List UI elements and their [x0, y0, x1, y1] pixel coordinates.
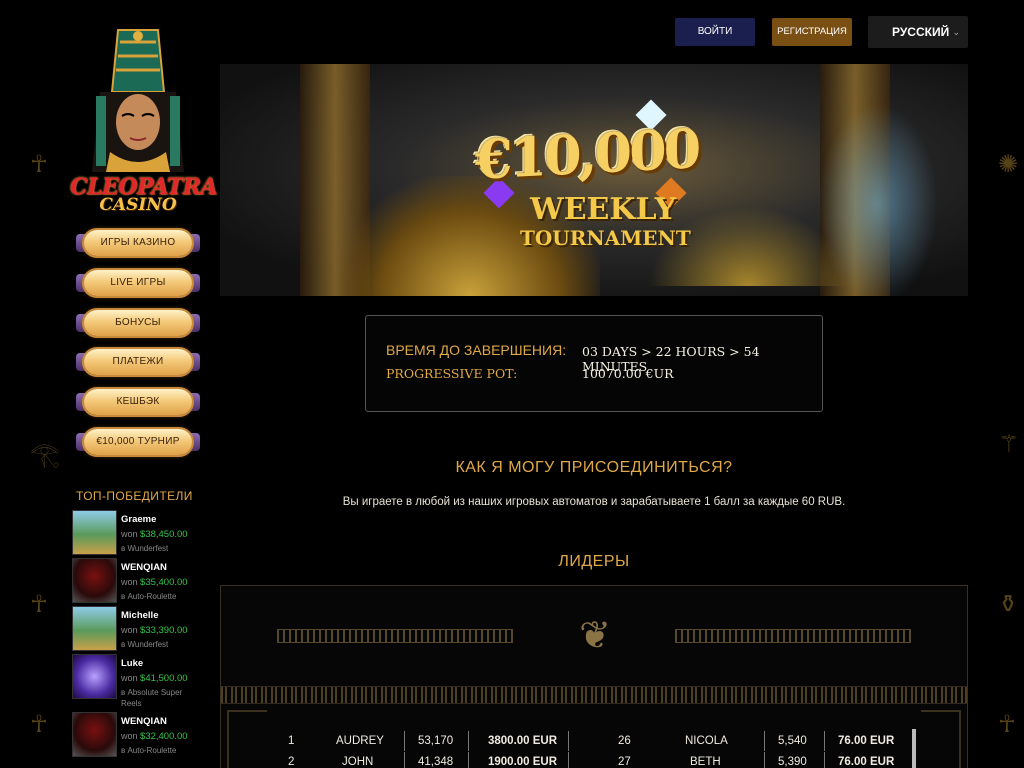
hieroglyph-ornament-icon: 𓂀 [30, 440, 60, 468]
won-prefix: won [121, 625, 138, 635]
menu-item-live-games[interactable]: LIVE ИГРЫ [76, 266, 200, 300]
menu-item-label: LIVE ИГРЫ [110, 276, 166, 288]
leaderboard-scrollbar[interactable] [912, 729, 916, 768]
sidebar-menu: ИГРЫ КАЗИНО LIVE ИГРЫ БОНУСЫ ПЛАТЕЖИ КЕШ… [76, 226, 200, 465]
casino-logo[interactable]: CLEOPATRA CASINO [70, 22, 217, 215]
hieroglyph-frieze [221, 686, 967, 704]
meander-border-left [277, 629, 513, 643]
menu-item-label: БОНУСЫ [115, 316, 161, 328]
prize: 76.00 EUR [838, 735, 895, 747]
hieroglyph-ornament-icon: ☥ [30, 150, 48, 178]
hieroglyph-ornament-icon: ⚚ [998, 430, 1020, 458]
game-thumbnail-absolute-super-reels [72, 654, 117, 699]
how-to-join-text: Вы играете в любой из наших игровых авто… [342, 496, 846, 508]
hieroglyph-ornament-icon: ☥ [30, 710, 48, 738]
menu-item-label: ИГРЫ КАЗИНО [100, 237, 176, 248]
winner-game: в Auto-Roulette [121, 746, 177, 755]
winner-item[interactable]: Luke won $41,500.00 в Absolute Super Ree… [72, 654, 202, 708]
player-name: JOHN [342, 756, 374, 768]
winner-item[interactable]: Graeme won $38,450.00 в Wunderfest [72, 510, 202, 556]
winner-amount: $41,500.00 [140, 673, 188, 684]
player-name: NICOLA [685, 735, 728, 747]
menu-item-casino-games[interactable]: ИГРЫ КАЗИНО [76, 226, 200, 260]
hieroglyph-ornament-icon: ☥ [998, 710, 1016, 738]
winner-item[interactable]: Michelle won $33,390.00 в Wunderfest [72, 606, 202, 652]
won-prefix: won [121, 577, 138, 587]
leaderboard-row: 2 JOHN 41,348 1900.00 EUR 27 BETH 5,390 … [220, 752, 966, 768]
winner-name: Michelle [121, 610, 159, 621]
game-thumbnail-auto-roulette [72, 558, 117, 603]
language-select[interactable]: РУССКИЙ ⌄ [868, 16, 968, 48]
time-left-label: ВРЕМЯ ДО ЗАВЕРШЕНИЯ: [386, 342, 567, 358]
menu-item-tournament[interactable]: €10,000 ТУРНИР [76, 425, 200, 459]
menu-item-label: ПЛАТЕЖИ [112, 356, 164, 368]
top-winners-title: ТОП-ПОБЕДИТЕЛИ [76, 489, 193, 503]
winner-item[interactable]: WENQIAN won $35,400.00 в Auto-Roulette [72, 558, 202, 604]
game-thumbnail-wunderfest [72, 510, 117, 555]
language-value: РУССКИЙ [892, 25, 950, 39]
prize: 3800.00 EUR [488, 735, 558, 747]
winner-name: WENQIAN [121, 562, 167, 573]
banner-line2: TOURNAMENT [520, 226, 691, 250]
won-prefix: won [121, 529, 138, 539]
nefertiti-laurel-icon: ❦ [579, 613, 611, 657]
login-button[interactable]: ВОЙТИ [675, 18, 755, 46]
winner-name: WENQIAN [121, 716, 167, 727]
menu-item-label: €10,000 ТУРНИР [96, 435, 180, 447]
won-prefix: won [121, 731, 138, 741]
winner-game: в Wunderfest [121, 544, 169, 553]
won-prefix: won [121, 673, 138, 683]
rank: 2 [288, 756, 295, 768]
banner-line1: WEEKLY [530, 192, 677, 227]
vase-ornament-icon: ⚱ [998, 590, 1019, 618]
leaders-title: ЛИДЕРЫ [558, 553, 630, 570]
points: 5,540 [778, 735, 807, 747]
menu-item-payments[interactable]: ПЛАТЕЖИ [76, 345, 200, 379]
prize: 76.00 EUR [838, 756, 895, 768]
winner-name: Graeme [121, 514, 157, 525]
winner-amount: $38,450.00 [140, 529, 188, 540]
scarab-ornament-icon: ✺ [998, 150, 1019, 178]
points: 53,170 [418, 735, 454, 747]
points: 5,390 [778, 756, 807, 768]
cleopatra-logo-icon [92, 29, 184, 172]
winner-amount: $32,400.00 [140, 731, 188, 742]
hieroglyph-ornament-icon: ☥ [30, 590, 48, 618]
menu-item-bonuses[interactable]: БОНУСЫ [76, 306, 200, 340]
tournament-banner[interactable]: €10,000 WEEKLY TOURNAMENT [220, 64, 968, 296]
how-to-join-title: КАК Я МОГУ ПРИСОЕДИНИТЬСЯ? [455, 459, 733, 476]
game-thumbnail-wunderfest [72, 606, 117, 651]
winner-game: в Auto-Roulette [121, 592, 177, 601]
winner-name: Luke [121, 658, 144, 669]
banner-amount: €10,000 [475, 116, 699, 192]
menu-item-label: КЕШБЭК [116, 396, 160, 408]
winner-item[interactable]: WENQIAN won $32,400.00 в Auto-Roulette [72, 712, 202, 758]
pot-label: PROGRESSIVE POT: [386, 366, 518, 381]
rank: 27 [618, 756, 631, 768]
points: 41,348 [418, 756, 454, 768]
winner-game: в Wunderfest [121, 640, 169, 649]
pot-value: 10070.00 €UR [582, 366, 674, 381]
game-thumbnail-auto-roulette [72, 712, 117, 757]
meander-border-right [675, 629, 911, 643]
player-name: BETH [690, 756, 721, 768]
player-name: AUDREY [336, 735, 384, 747]
winner-amount: $33,390.00 [140, 625, 188, 636]
leaderboard-row: 1 AUDREY 53,170 3800.00 EUR 26 NICOLA 5,… [220, 731, 966, 751]
rank: 1 [288, 735, 295, 747]
register-button[interactable]: РЕГИСТРАЦИЯ [772, 18, 852, 46]
chevron-down-icon: ⌄ [952, 27, 960, 37]
prize: 1900.00 EUR [488, 756, 558, 768]
winner-game: в Absolute Super Reels [121, 688, 183, 708]
rank: 26 [618, 735, 631, 747]
tournament-info-box: ВРЕМЯ ДО ЗАВЕРШЕНИЯ: 03 DAYS > 22 HOURS … [365, 315, 823, 412]
menu-item-cashback[interactable]: КЕШБЭК [76, 385, 200, 419]
winner-amount: $35,400.00 [140, 577, 188, 588]
